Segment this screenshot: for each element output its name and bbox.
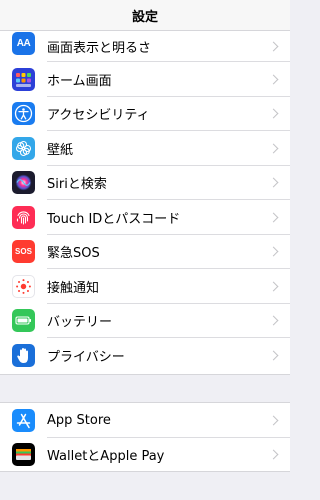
settings-row-label: 接触通知 bbox=[47, 280, 100, 296]
fingerprint-icon bbox=[12, 205, 35, 229]
settings-row-home-screen[interactable]: ホーム画面 bbox=[0, 62, 290, 97]
hand-icon bbox=[12, 343, 35, 367]
settings-row-label: Siriと検索 bbox=[47, 177, 107, 193]
page-title: 設定 bbox=[131, 9, 158, 25]
settings-row-label: 画面表示と明るさ bbox=[47, 41, 152, 56]
chevron-right-icon bbox=[268, 74, 279, 85]
settings-row-battery[interactable]: バッテリー bbox=[0, 304, 290, 338]
chevron-right-icon bbox=[268, 281, 279, 292]
wallpaper-icon bbox=[12, 136, 35, 160]
wallet-icon bbox=[12, 443, 35, 467]
settings-row-privacy[interactable]: プライバシー bbox=[0, 338, 290, 373]
chevron-right-icon bbox=[268, 246, 279, 257]
settings-row-siri[interactable]: Siriと検索 bbox=[0, 166, 290, 200]
settings-row-wallet[interactable]: WalletとApple Pay bbox=[0, 438, 290, 473]
display-brightness-icon: AA bbox=[12, 32, 35, 55]
settings-row-display[interactable]: AA 画面表示と明るさ bbox=[0, 31, 290, 62]
chevron-right-icon bbox=[268, 108, 279, 119]
settings-row-label: アクセシビリティ bbox=[47, 108, 150, 124]
settings-row-label: プライバシー bbox=[47, 349, 125, 365]
settings-row-wallpaper[interactable]: 壁紙 bbox=[0, 131, 290, 166]
settings-row-label: バッテリー bbox=[47, 315, 113, 331]
settings-row-app-store[interactable]: App Store bbox=[0, 403, 290, 438]
chevron-right-icon bbox=[268, 177, 279, 188]
settings-row-emergency-sos[interactable]: SOS 緊急SOS bbox=[0, 235, 290, 269]
chevron-right-icon bbox=[268, 212, 279, 223]
settings-row-label: ホーム画面 bbox=[47, 73, 112, 89]
battery-icon bbox=[12, 309, 35, 333]
chevron-right-icon bbox=[268, 315, 279, 326]
display-icon-glyph: AA bbox=[16, 38, 31, 49]
settings-row-accessibility[interactable]: アクセシビリティ bbox=[0, 97, 290, 131]
settings-row-label: 緊急SOS bbox=[47, 246, 100, 262]
settings-row-label: WalletとApple Pay bbox=[47, 449, 165, 465]
settings-row-label: Touch IDとパスコード bbox=[47, 211, 181, 227]
chevron-right-icon bbox=[268, 143, 279, 154]
chevron-right-icon bbox=[268, 41, 279, 52]
settings-group-store: App Store WalletとApple Pay bbox=[0, 402, 290, 472]
accessibility-icon bbox=[12, 102, 35, 126]
settings-screen: 設定 AA 画面表示と明るさ ホーム画面 アクセシビリティ 壁紙 Siriと検索… bbox=[0, 0, 290, 500]
exposure-notification-icon bbox=[12, 274, 35, 298]
sos-icon: SOS bbox=[12, 240, 35, 264]
sos-icon-glyph: SOS bbox=[15, 247, 32, 257]
home-screen-icon bbox=[12, 67, 35, 91]
settings-row-label: App Store bbox=[47, 412, 111, 428]
app-store-icon bbox=[12, 408, 35, 432]
siri-icon bbox=[12, 171, 35, 195]
chevron-right-icon bbox=[268, 415, 279, 426]
chevron-right-icon bbox=[268, 449, 279, 460]
settings-row-label: 壁紙 bbox=[47, 142, 74, 158]
navigation-bar: 設定 bbox=[0, 0, 290, 31]
settings-row-exposure-notifications[interactable]: 接触通知 bbox=[0, 269, 290, 304]
chevron-right-icon bbox=[268, 350, 279, 361]
settings-group-system: AA 画面表示と明るさ ホーム画面 アクセシビリティ 壁紙 Siriと検索 To… bbox=[0, 31, 290, 375]
settings-row-touch-id[interactable]: Touch IDとパスコード bbox=[0, 200, 290, 235]
